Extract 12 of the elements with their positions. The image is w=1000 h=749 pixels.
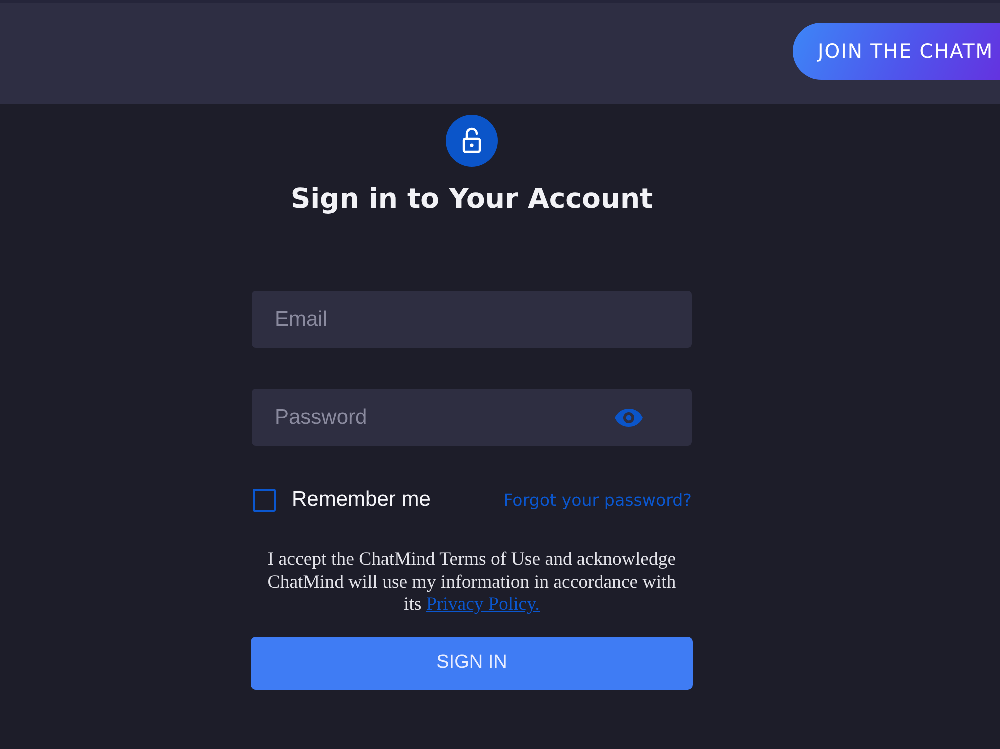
sign-in-button[interactable]: SIGN IN — [251, 636, 693, 690]
unlocked-padlock-icon — [446, 115, 498, 167]
email-field[interactable]: Email — [252, 291, 692, 348]
password-field[interactable]: Password — [252, 389, 692, 446]
privacy-policy-link[interactable]: Privacy Policy. — [426, 594, 540, 615]
remember-me-label: Remember me — [292, 488, 431, 512]
remember-checkbox[interactable] — [253, 488, 276, 512]
forgot-password-link[interactable]: Forgot your password? — [504, 490, 692, 510]
terms-text: I accept the ChatMind Terms of Use and acknowledge ChatMind will use my information in accordance with its Privacy Policy. — [266, 549, 678, 616]
page-title: Sign in to Your Account — [290, 182, 654, 217]
join-button[interactable]: JOIN THE CHATM — [793, 23, 1000, 80]
eye-icon[interactable] — [615, 408, 643, 426]
